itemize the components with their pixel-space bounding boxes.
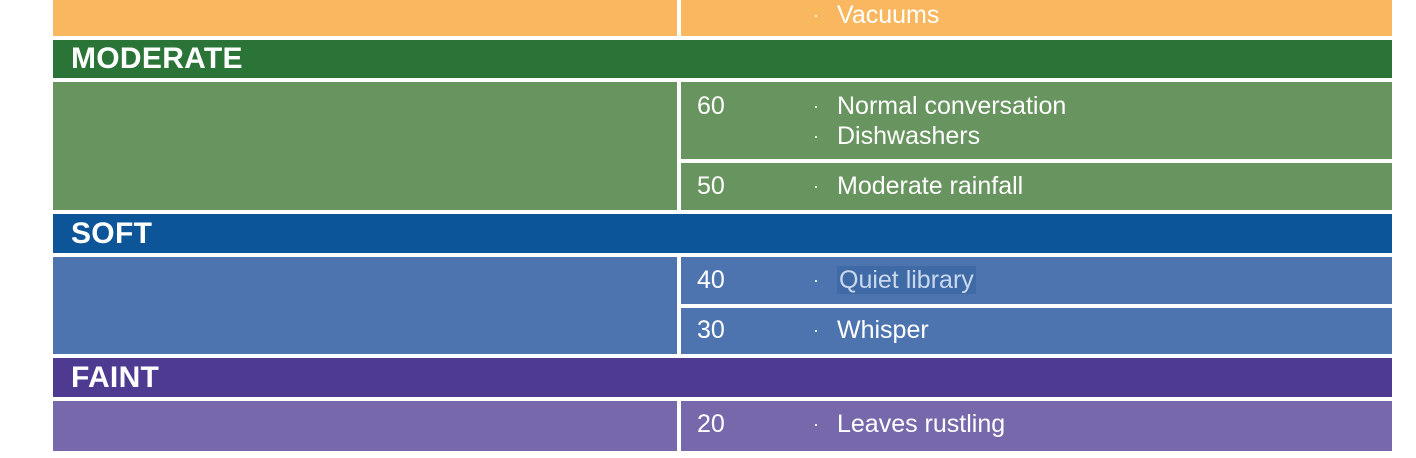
examples-list: · Vacuums <box>813 0 939 30</box>
level-row-30: 30 · Whisper <box>681 308 1392 354</box>
faint-rows: 20 · Leaves rustling <box>53 401 1392 451</box>
bullet-icon: · <box>813 176 819 196</box>
db-value: 40 <box>697 266 725 294</box>
bullet-icon: · <box>813 270 819 290</box>
example-item: · Whisper <box>813 315 929 345</box>
example-item: · Quiet library <box>813 265 976 295</box>
example-text: Leaves rustling <box>837 410 1006 438</box>
example-text: Normal conversation <box>837 92 1067 120</box>
bullet-icon: · <box>813 320 819 340</box>
category-header-faint: FAINT <box>53 358 1392 397</box>
db-value: 50 <box>697 172 725 200</box>
category-title: SOFT <box>71 216 153 250</box>
moderate-rows: 60 · Normal conversation · Dishwashers 50 … <box>53 82 1392 210</box>
loud-db-cell: · Vacuums <box>681 0 1392 36</box>
db-value: 30 <box>697 316 725 344</box>
db-value: 60 <box>697 92 725 120</box>
loud-row: · Vacuums <box>53 0 1392 36</box>
bullet-icon: · <box>813 414 819 434</box>
bullet-icon: · <box>813 126 819 146</box>
example-text: Vacuums <box>837 1 940 29</box>
category-header-moderate: MODERATE <box>53 40 1392 78</box>
examples-list: · Moderate rainfall <box>813 171 1023 201</box>
example-text-selected[interactable]: Quiet library <box>837 266 976 294</box>
example-text: Dishwashers <box>837 122 981 150</box>
level-row-50: 50 · Moderate rainfall <box>681 163 1392 210</box>
faint-left-cell <box>53 401 677 451</box>
example-item: · Vacuums <box>813 0 939 30</box>
loud-left-cell <box>53 0 677 36</box>
example-item: · Leaves rustling <box>813 409 1005 439</box>
examples-list: · Quiet library <box>813 265 976 295</box>
soft-left-cell <box>53 257 677 354</box>
category-title: MODERATE <box>71 42 243 75</box>
examples-list: · Normal conversation · Dishwashers <box>813 91 1066 151</box>
examples-list: · Whisper <box>813 315 929 345</box>
level-row-40: 40 · Quiet library <box>681 257 1392 304</box>
soft-rows: 40 · Quiet library 30 · Whisper <box>53 257 1392 354</box>
category-header-soft: SOFT <box>53 214 1392 253</box>
example-text: Moderate rainfall <box>837 172 1024 200</box>
bullet-icon: · <box>813 96 819 116</box>
example-item: · Moderate rainfall <box>813 171 1023 201</box>
category-title: FAINT <box>71 360 160 394</box>
example-item: · Dishwashers <box>813 121 1066 151</box>
example-text: Whisper <box>837 316 929 344</box>
examples-list: · Leaves rustling <box>813 409 1005 439</box>
db-value: 20 <box>697 410 725 438</box>
bullet-icon: · <box>813 5 819 25</box>
level-row-60: 60 · Normal conversation · Dishwashers <box>681 82 1392 159</box>
moderate-left-cell <box>53 82 677 210</box>
level-row-20: 20 · Leaves rustling <box>681 401 1392 451</box>
example-item: · Normal conversation <box>813 91 1066 121</box>
